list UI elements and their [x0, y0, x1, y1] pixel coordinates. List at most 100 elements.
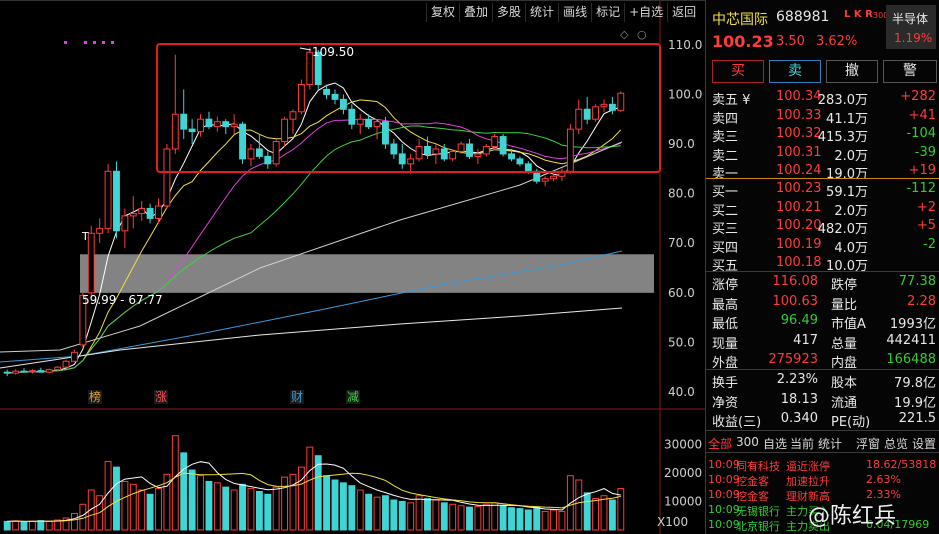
candle-body	[424, 145, 431, 155]
tab-float[interactable]: 浮窗	[856, 435, 880, 452]
news-value[interactable]: 2.63%	[866, 473, 901, 486]
news-event[interactable]: 加速拉升	[786, 473, 830, 489]
tab-300[interactable]: 300	[736, 435, 759, 449]
order-level-label: 买一	[712, 185, 739, 200]
news-stock[interactable]: 挖金客	[736, 473, 769, 489]
volume-bar	[558, 510, 566, 531]
candle-body	[550, 175, 557, 180]
price-tick-label: 100.0	[668, 87, 702, 101]
add-watchlist-button[interactable]: +自选	[624, 3, 667, 22]
volume-bar	[407, 502, 415, 531]
candle-body	[188, 128, 196, 133]
candle-body	[213, 121, 221, 128]
buy-button[interactable]: 买	[712, 60, 764, 83]
candle-body	[499, 136, 507, 155]
stat-value: 442411	[886, 332, 936, 348]
order-level-label: 买四	[712, 240, 739, 256]
price-change: 3.50	[776, 34, 805, 49]
volume-bar	[491, 502, 499, 531]
stat-key: 最低	[712, 317, 739, 332]
tab-overview[interactable]: 总览	[884, 435, 908, 452]
multi-stock-button[interactable]: 多股	[492, 3, 525, 22]
volume-bar	[575, 479, 583, 531]
tab-current[interactable]: 当前	[790, 435, 814, 452]
cancel-order-button[interactable]: 撤	[826, 60, 878, 83]
statistics-button[interactable]: 统计	[525, 3, 558, 22]
news-value[interactable]: 18.62/53818	[866, 458, 936, 471]
order-volume: 415.3万	[817, 130, 868, 145]
volume-bar	[12, 520, 20, 531]
order-volume: 4.0万	[834, 240, 868, 256]
volume-bar	[533, 506, 541, 531]
sell-order-row[interactable]: 卖三 100.32 415.3万 -104	[706, 126, 939, 145]
buy-order-row[interactable]: 买一 100.23 59.1万 -112	[706, 181, 939, 200]
draw-line-button[interactable]: 画线	[558, 3, 591, 22]
volume-bar	[449, 503, 457, 531]
overlay-button[interactable]: 叠加	[459, 3, 492, 22]
volume-bar	[373, 496, 381, 531]
news-stock[interactable]: 同有科技	[736, 458, 780, 474]
back-button[interactable]: 返回	[667, 3, 700, 22]
news-stock[interactable]: 挖金客	[736, 488, 769, 504]
candle-body	[197, 118, 204, 133]
tab-all[interactable]: 全部	[708, 435, 732, 452]
range-label: 59.99 - 67.77	[82, 293, 163, 307]
volume-bar	[440, 502, 448, 531]
sell-order-row[interactable]: 卖二 100.31 2.0万 -39	[706, 145, 939, 164]
stat-value: 79.8亿	[894, 376, 936, 391]
stock-code: 688981	[776, 9, 830, 25]
order-delta: +2	[916, 199, 936, 215]
candle-body	[264, 155, 272, 165]
order-price: 100.23	[776, 181, 822, 196]
restore-rights-button[interactable]: 复权	[426, 3, 459, 22]
news-stock[interactable]: 北京银行	[736, 518, 780, 534]
volume-bar	[213, 482, 221, 531]
sell-order-row[interactable]: 卖五 ¥ 100.34 283.0万 +282	[706, 89, 939, 108]
news-time[interactable]: 10:09	[708, 488, 740, 501]
alert-button[interactable]: 警	[883, 60, 937, 83]
candle-body	[339, 98, 347, 110]
order-price: 100.34	[776, 89, 822, 104]
buy-order-row[interactable]: 买三 100.20 482.0万 +5	[706, 218, 939, 237]
buy-order-row[interactable]: 买二 100.21 2.0万 +2	[706, 199, 939, 219]
volume-bar	[247, 488, 255, 531]
stat-value: 0.340	[780, 411, 818, 426]
kline-chart[interactable]: 109.50 59.99 - 67.77 T 榜 涨 财 减 ◇ ○ 110.0 100.0 90.…	[0, 0, 705, 534]
candle-body	[415, 145, 423, 160]
candle-body	[28, 370, 36, 373]
news-time[interactable]: 10:09	[708, 458, 740, 471]
buy-order-row[interactable]: 买四 100.19 4.0万 -2	[706, 237, 939, 256]
sell-button[interactable]: 卖	[769, 60, 821, 83]
sell-order-row[interactable]: 卖四 100.33 41.1万 +41	[706, 108, 939, 127]
order-delta: +5	[916, 218, 936, 233]
news-time[interactable]: 10:09	[708, 503, 740, 516]
stat-value: 417	[793, 332, 818, 348]
candle-body	[281, 118, 289, 143]
volume-bar	[516, 508, 524, 531]
news-time[interactable]: 10:09	[708, 473, 740, 486]
volume-bar	[339, 482, 347, 531]
candle-body	[457, 143, 465, 152]
stat-value: 116.08	[772, 274, 819, 289]
order-volume: 482.0万	[817, 222, 868, 237]
tab-watchlist[interactable]: 自选	[763, 435, 787, 452]
volume-bar	[608, 499, 616, 531]
buy-order-row[interactable]: 买五 100.18 10.0万	[706, 255, 939, 274]
volume-bar	[432, 499, 440, 531]
news-time[interactable]: 10:09	[708, 518, 740, 531]
tab-stats[interactable]: 统计	[818, 435, 842, 452]
volume-bar	[348, 485, 356, 531]
tab-settings[interactable]: 设置	[912, 435, 936, 452]
news-stock[interactable]: 无锡银行	[736, 503, 780, 519]
candle-body	[432, 148, 440, 155]
support-band	[80, 254, 654, 293]
news-event[interactable]: 逼近涨停	[786, 458, 830, 474]
volume-bar	[28, 520, 36, 531]
mark-button[interactable]: 标记	[591, 3, 624, 22]
volume-bar	[356, 489, 364, 531]
stat-value: 18.13	[780, 391, 818, 407]
volume-bar	[146, 493, 154, 531]
volume-bar	[424, 498, 431, 531]
volume-bar	[583, 492, 591, 531]
sector-box[interactable]: 半导体 1.19%	[886, 5, 936, 49]
